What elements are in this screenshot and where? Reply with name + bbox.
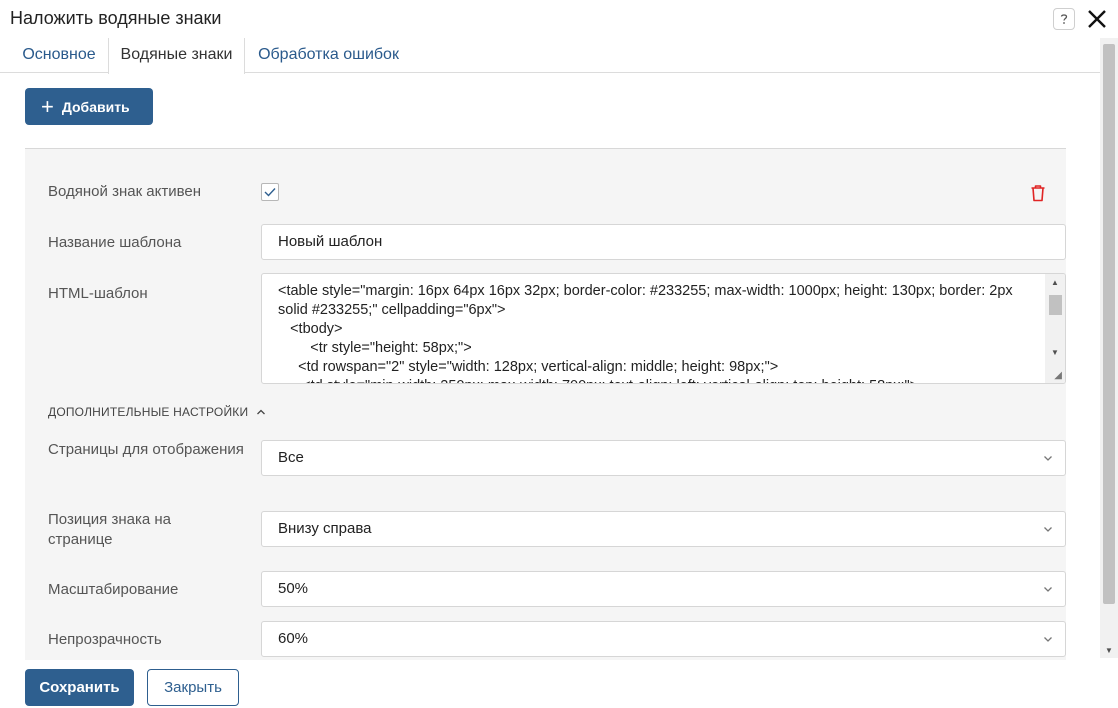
html-template-label: HTML-шаблон: [48, 285, 148, 302]
add-button[interactable]: + Добавить: [25, 88, 153, 125]
chevron-down-icon: [1043, 441, 1053, 475]
textarea-scrollbar[interactable]: ▲ ▼: [1045, 274, 1065, 383]
pages-select[interactable]: Все: [261, 440, 1066, 476]
opacity-label: Непрозрачность: [48, 631, 162, 648]
chevron-down-icon: [1043, 512, 1053, 546]
pages-label: Страницы для отображения: [48, 441, 244, 458]
resize-handle-icon[interactable]: ◢: [1054, 370, 1062, 381]
help-button[interactable]: [1053, 8, 1075, 30]
plus-icon: +: [41, 93, 54, 119]
scroll-thumb[interactable]: [1103, 44, 1115, 604]
scale-select-value: 50%: [278, 580, 309, 597]
close-button[interactable]: Закрыть: [147, 669, 239, 706]
active-checkbox[interactable]: [261, 183, 279, 201]
html-template-code: <table style="margin: 16px 64px 16px 32p…: [278, 283, 1013, 383]
chevron-up-icon: [256, 409, 265, 415]
template-name-label: Название шаблона: [48, 234, 182, 251]
active-label: Водяной знак активен: [48, 183, 202, 200]
chevron-down-icon: [1043, 572, 1053, 606]
dialog-title: Наложить водяные знаки: [10, 8, 222, 28]
scroll-up-icon[interactable]: ▲: [1045, 274, 1065, 290]
template-name-input[interactable]: Новый шаблон: [261, 224, 1066, 260]
tab-watermarks[interactable]: Водяные знаки: [108, 38, 245, 74]
save-button[interactable]: Сохранить: [25, 669, 134, 706]
add-button-label: Добавить: [61, 98, 130, 115]
tab-general[interactable]: Основное: [10, 38, 108, 73]
scroll-down-icon[interactable]: ▼: [1045, 344, 1065, 360]
chevron-down-icon: [1043, 622, 1053, 656]
scroll-down-icon[interactable]: ▼: [1100, 642, 1118, 658]
advanced-settings-toggle[interactable]: ДОПОЛНИТЕЛЬНЫЕ НАСТРОЙКИ: [48, 405, 266, 419]
opacity-select[interactable]: 60%: [261, 621, 1066, 657]
position-select-value: Внизу справа: [278, 520, 372, 537]
close-icon[interactable]: [1086, 8, 1108, 30]
question-icon: [1060, 14, 1068, 24]
html-template-textarea[interactable]: <table style="margin: 16px 64px 16px 32p…: [261, 273, 1066, 384]
pages-select-value: Все: [278, 449, 304, 466]
trash-icon[interactable]: [1030, 184, 1046, 206]
position-select[interactable]: Внизу справа: [261, 511, 1066, 547]
opacity-select-value: 60%: [278, 630, 309, 647]
checkmark-icon: [264, 188, 276, 197]
position-label: Позиция знака на странице: [48, 511, 172, 548]
tab-error-handling[interactable]: Обработка ошибок: [245, 38, 412, 73]
advanced-settings-label: ДОПОЛНИТЕЛЬНЫЕ НАСТРОЙКИ: [48, 405, 249, 419]
textarea-scroll-thumb[interactable]: [1049, 295, 1062, 315]
scale-select[interactable]: 50%: [261, 571, 1066, 607]
page-scrollbar[interactable]: ▲ ▼: [1100, 38, 1118, 658]
scale-label: Масштабирование: [48, 581, 179, 598]
tab-bar: Основное Водяные знаки Обработка ошибок: [0, 38, 1100, 74]
